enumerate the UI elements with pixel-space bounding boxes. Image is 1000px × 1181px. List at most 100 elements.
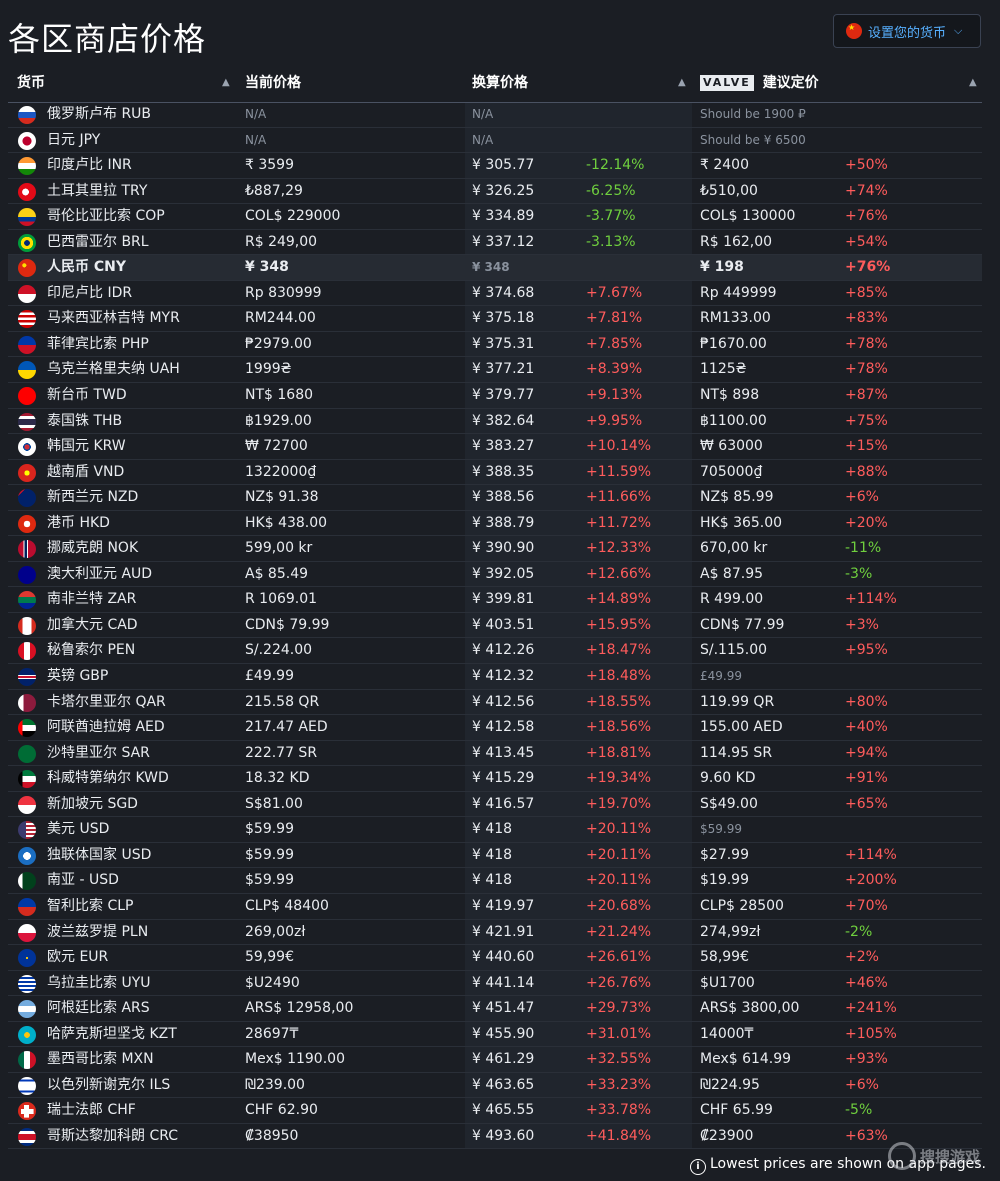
converted-price: ¥ 418 [472, 821, 513, 838]
header-currency[interactable]: 货币 [17, 64, 45, 102]
currency-name: 波兰兹罗提 PLN [47, 923, 149, 940]
suggested-price: A$ 87.95 [700, 565, 764, 582]
in-flag-icon [18, 157, 36, 176]
chevron-down-icon: ⌵ [954, 24, 963, 37]
table-row: 新台币 TWD NT$ 1680 ¥ 379.77 +9.13% NT$ 898 +87% [8, 383, 982, 409]
currency-name: 欧元 EUR [47, 949, 109, 966]
suggested-price: 274,99zł [700, 923, 761, 940]
converted-price: ¥ 375.31 [472, 335, 535, 352]
current-price: ₺887,29 [245, 182, 303, 199]
converted-diff: +11.66% [586, 489, 652, 506]
converted-price: ¥ 399.81 [472, 591, 535, 608]
converted-price: ¥ 421.91 [472, 923, 535, 940]
converted-diff: +33.23% [586, 1076, 652, 1093]
pk-flag-icon [18, 872, 36, 891]
suggested-price: R$ 162,00 [700, 233, 773, 250]
current-price: ¥ 348 [245, 259, 289, 276]
current-price: $U2490 [245, 974, 300, 991]
suggested-price: ARS$ 3800,00 [700, 1000, 800, 1017]
eu-flag-icon [18, 949, 36, 968]
sort-icon[interactable]: ▲ [969, 64, 977, 102]
converted-diff: +26.76% [586, 974, 652, 991]
suggested-price: 705000₫ [700, 463, 763, 480]
converted-diff: +18.81% [586, 744, 652, 761]
current-price: NT$ 1680 [245, 387, 314, 404]
table-row: 哈萨克斯坦坚戈 KZT 28697₸ ¥ 455.90 +31.01% 14000₸ +1… [8, 1022, 982, 1048]
header-current-price[interactable]: 当前价格 [245, 64, 301, 102]
converted-price: ¥ 413.45 [472, 744, 535, 761]
ar-flag-icon [18, 1000, 36, 1019]
current-price: ₹ 3599 [245, 157, 294, 174]
table-row: 智利比索 CLP CLP$ 48400 ¥ 419.97 +20.68% CLP$ 28… [8, 894, 982, 920]
current-price: HK$ 438.00 [245, 514, 328, 531]
table-row: 科威特第纳尔 KWD 18.32 KD ¥ 415.29 +19.34% 9.60 KD… [8, 766, 982, 792]
table-row: 南亚 - USD $59.99 ¥ 418 +20.11% $19.99 +200% [8, 868, 982, 894]
suggested-price: £49.99 [700, 669, 742, 684]
currency-name: 港币 HKD [47, 514, 110, 531]
header-suggested-price[interactable]: VALVE 建议定价 [700, 64, 819, 102]
current-price: S/.224.00 [245, 642, 313, 659]
table-row: 墨西哥比索 MXN Mex$ 1190.00 ¥ 461.29 +32.55% Mex$… [8, 1047, 982, 1073]
table-row: 日元 JPY N/A N/A Should be ¥ 6500 [8, 128, 982, 154]
cis-flag-icon [18, 846, 36, 865]
suggested-diff: +40% [845, 719, 888, 736]
current-price: N/A [245, 132, 267, 147]
kr-flag-icon [18, 438, 36, 457]
current-price: ARS$ 12958,00 [245, 1000, 354, 1017]
header-converted-price[interactable]: 换算价格 [472, 64, 528, 102]
suggested-price: ฿1100.00 [700, 412, 767, 429]
ch-flag-icon [18, 1102, 36, 1121]
suggested-price: ₱1670.00 [700, 335, 767, 352]
il-flag-icon [18, 1076, 36, 1095]
suggested-price: S$49.00 [700, 795, 758, 812]
sort-ascending-icon[interactable]: ▲ [678, 64, 686, 102]
suggested-price: 9.60 KD [700, 770, 756, 787]
currency-name: 乌克兰格里夫纳 UAH [47, 361, 180, 378]
suggested-price: Rp 449999 [700, 284, 777, 301]
converted-diff: +14.89% [586, 591, 652, 608]
table-row: 泰国铢 THB ฿1929.00 ¥ 382.64 +9.95% ฿1100.00 +75… [8, 409, 982, 435]
currency-name: 日元 JPY [47, 131, 101, 148]
suggested-diff: +50% [845, 157, 888, 174]
converted-price: ¥ 412.26 [472, 642, 535, 659]
th-flag-icon [18, 412, 36, 431]
current-price: 215.58 QR [245, 693, 320, 710]
current-price: R 1069.01 [245, 591, 318, 608]
table-row: 俄罗斯卢布 RUB N/A N/A Should be 1900 ₽ [8, 102, 982, 128]
converted-diff: +18.48% [586, 668, 652, 685]
suggested-diff: +95% [845, 642, 888, 659]
converted-diff: -6.25% [586, 182, 636, 199]
table-row: 乌拉圭比索 UYU $U2490 ¥ 441.14 +26.76% $U1700 +46% [8, 971, 982, 997]
suggested-price: COL$ 130000 [700, 208, 796, 225]
watermark: 搜搜游戏 [888, 1136, 998, 1176]
converted-diff: +32.55% [586, 1051, 652, 1068]
suggested-diff: +3% [845, 616, 879, 633]
converted-price: ¥ 326.25 [472, 182, 535, 199]
current-price: ฿1929.00 [245, 412, 312, 429]
suggested-price: 155.00 AED [700, 719, 783, 736]
suggested-diff: +105% [845, 1025, 897, 1042]
converted-diff: +41.84% [586, 1127, 652, 1144]
current-price: COL$ 229000 [245, 208, 341, 225]
suggested-diff: +78% [845, 335, 888, 352]
current-price: N/A [245, 107, 267, 121]
currency-name: 卡塔尔里亚尔 QAR [47, 693, 166, 710]
converted-diff: +11.59% [586, 463, 652, 480]
suggested-price: HK$ 365.00 [700, 514, 783, 531]
currency-name: 新台币 TWD [47, 387, 127, 404]
ph-flag-icon [18, 335, 36, 354]
converted-diff: +31.01% [586, 1025, 652, 1042]
set-currency-button[interactable]: 设置您的货币 ⌵ [833, 14, 981, 48]
converted-diff: +26.61% [586, 949, 652, 966]
converted-price: ¥ 388.35 [472, 463, 535, 480]
suggested-price: NZ$ 85.99 [700, 489, 774, 506]
currency-name: 英镑 GBP [47, 668, 109, 685]
suggested-diff: +65% [845, 795, 888, 812]
current-price: 217.47 AED [245, 719, 328, 736]
suggested-diff: +76% [845, 259, 891, 276]
currency-name: 人民币 CNY [47, 259, 127, 276]
converted-price: ¥ 412.58 [472, 719, 535, 736]
info-icon: i [690, 1159, 706, 1175]
sort-icon[interactable]: ▲ [222, 64, 230, 102]
suggested-diff: +94% [845, 744, 888, 761]
